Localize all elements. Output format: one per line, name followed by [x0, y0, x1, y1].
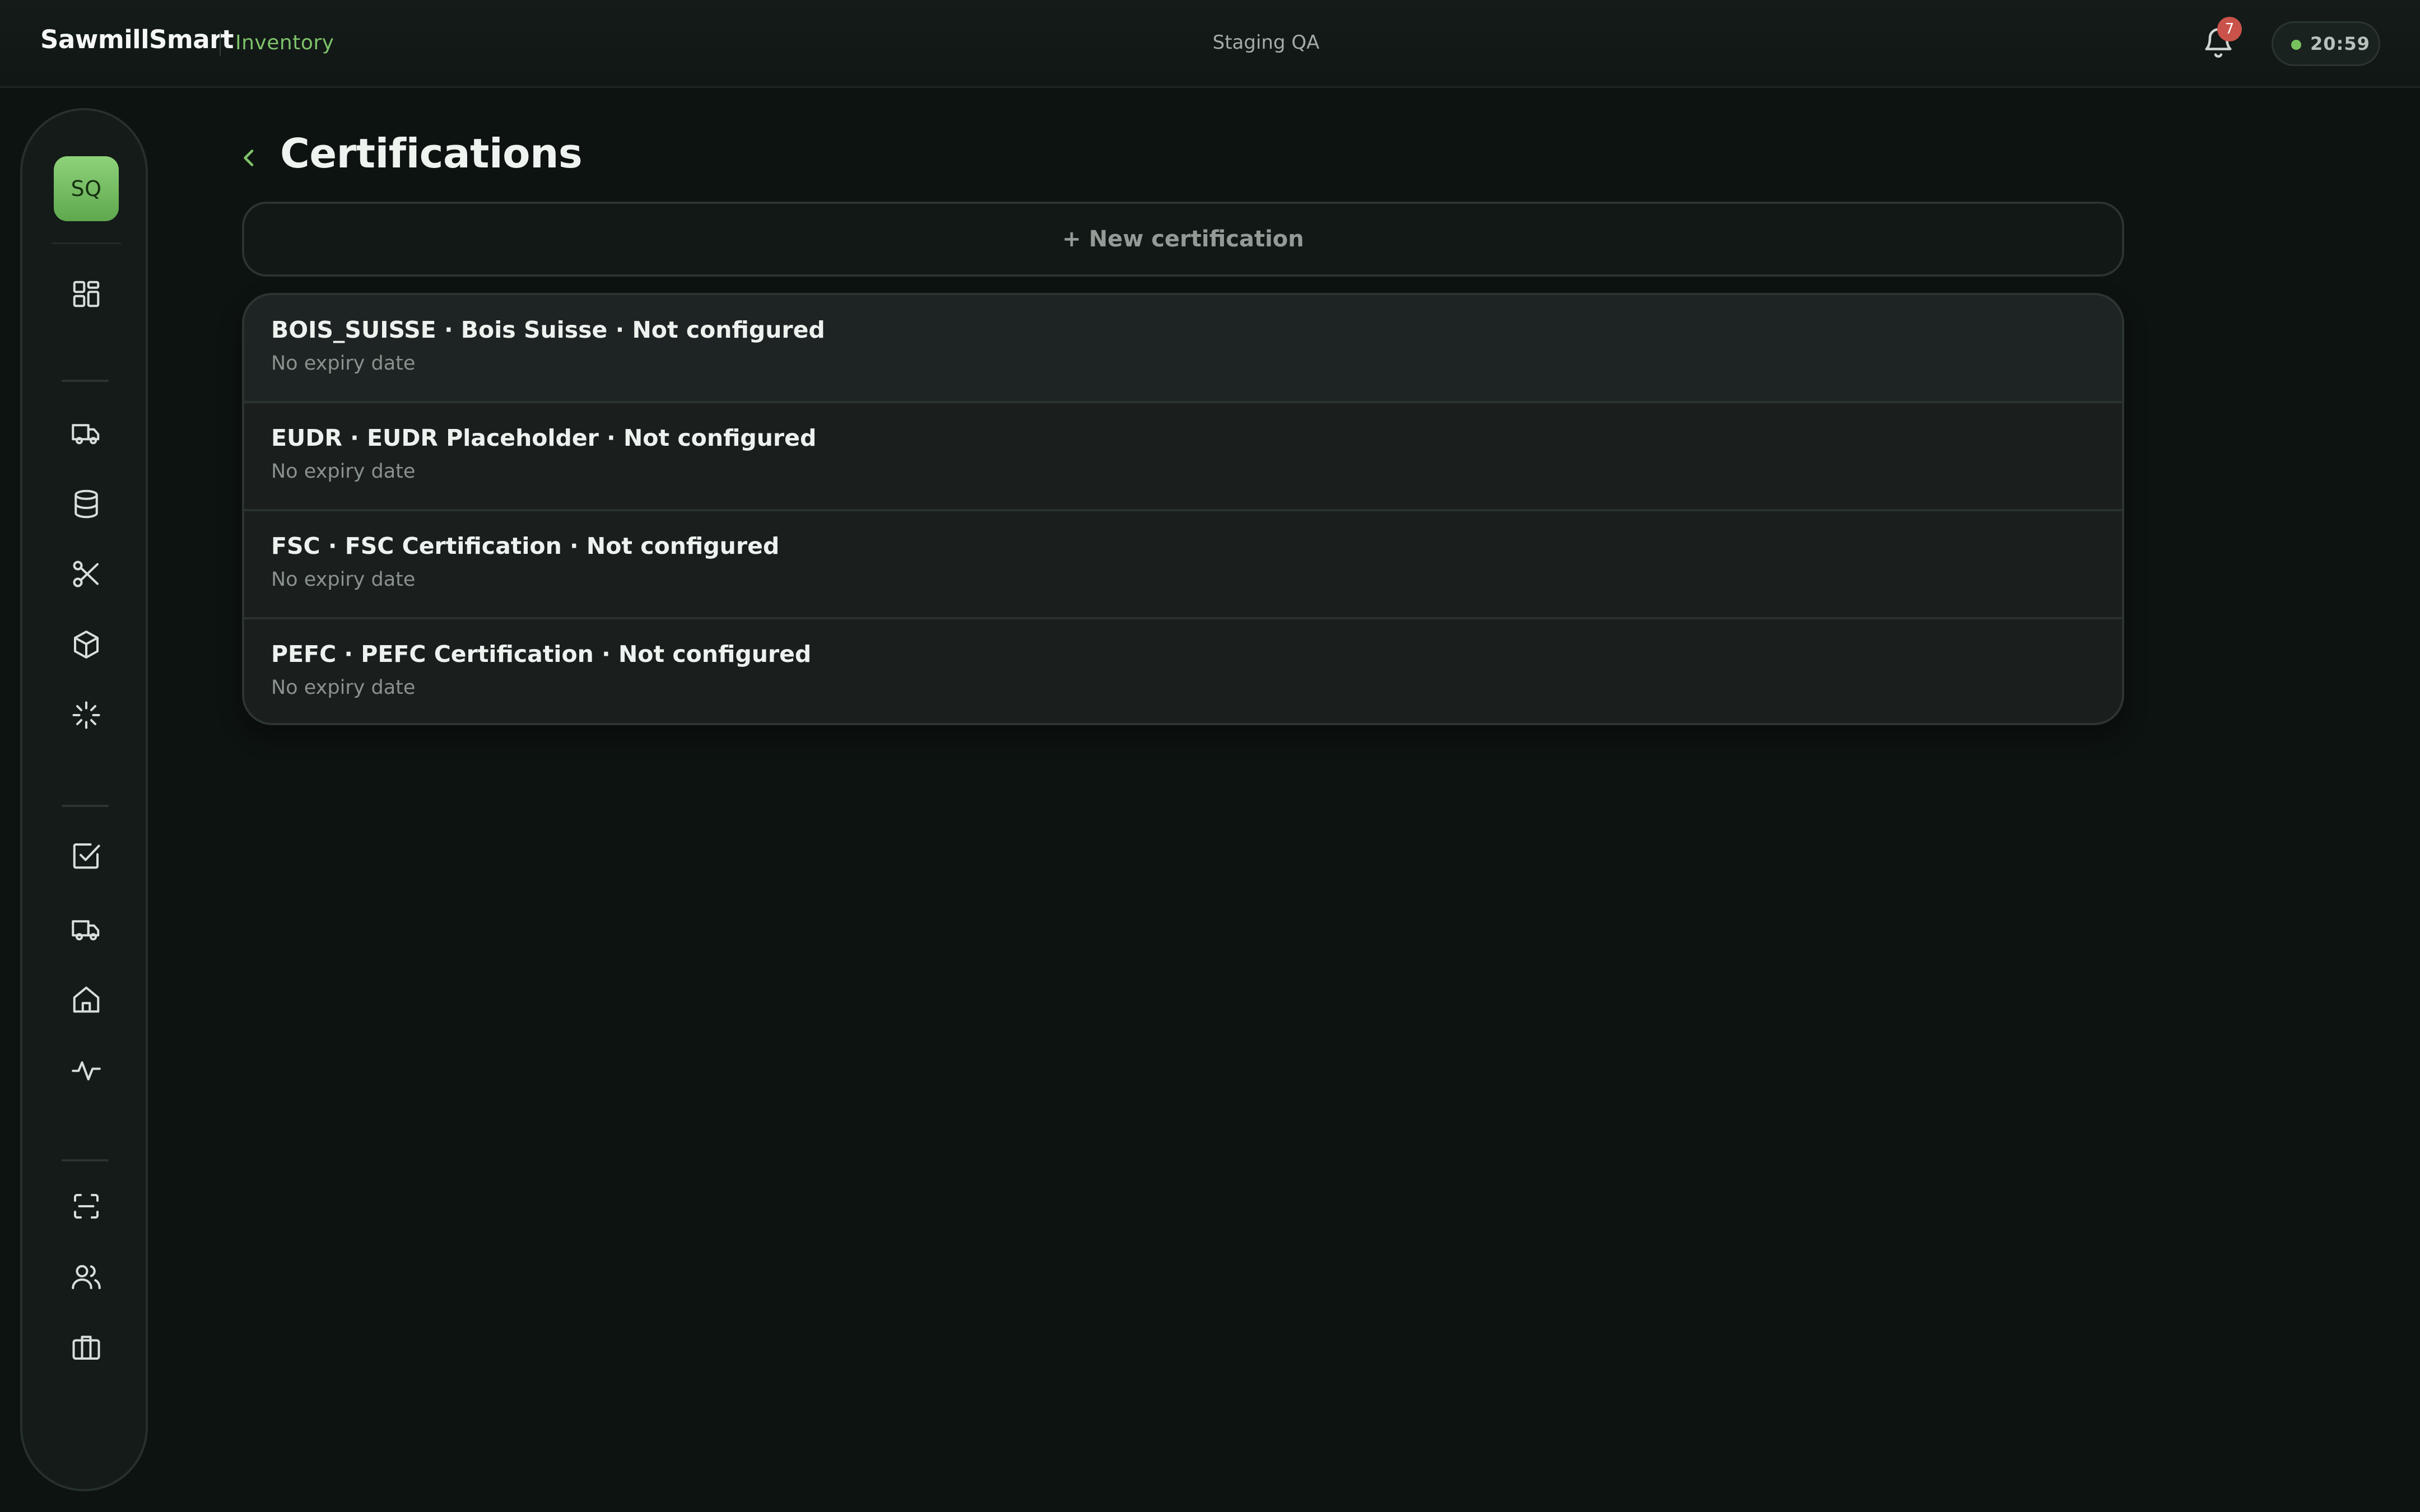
box-icon: [74, 631, 99, 659]
back-button[interactable]: [235, 141, 263, 175]
sidebar-item-dashboard[interactable]: [62, 269, 111, 319]
checkbox-icon: [73, 843, 100, 869]
database-icon: [75, 489, 98, 519]
new-certification-button[interactable]: + New certification: [242, 202, 2124, 277]
scan-icon: [74, 1194, 99, 1219]
users-icon: [72, 1265, 101, 1289]
brand-name[interactable]: SawmillSmart: [40, 25, 234, 54]
avatar[interactable]: SQ: [54, 156, 119, 221]
home-icon: [73, 986, 100, 1013]
sidebar-item-scan[interactable]: [62, 1182, 111, 1231]
certification-expiry: No expiry date: [271, 676, 416, 699]
certification-row-bois-suisse[interactable]: BOIS_SUISSE · Bois Suisse · Not configur…: [244, 295, 2122, 403]
sidebar-item-deliveries[interactable]: [62, 904, 111, 954]
delivery-truck-icon: [72, 920, 100, 941]
sidebar-item-users[interactable]: [62, 1252, 111, 1301]
environment-label: Staging QA: [1212, 31, 1320, 54]
sidebar: SQ: [20, 108, 148, 1491]
status-dot: [2291, 40, 2301, 50]
sidebar-item-business[interactable]: [62, 1323, 111, 1372]
sidebar-item-processing[interactable]: [62, 690, 111, 740]
certification-title: FSC · FSC Certification · Not configured: [271, 533, 780, 559]
sidebar-divider: [62, 380, 109, 382]
certification-list: BOIS_SUISSE · Bois Suisse · Not configur…: [242, 293, 2124, 725]
sidebar-item-products[interactable]: [62, 620, 111, 669]
certification-title: BOIS_SUISSE · Bois Suisse · Not configur…: [271, 316, 825, 343]
sidebar-item-stock[interactable]: [62, 479, 111, 529]
page-title: Certifications: [280, 130, 583, 177]
top-bar: SawmillSmart Inventory Staging QA 7 20:5…: [0, 0, 2420, 88]
truck-icon: [72, 424, 100, 445]
brand-divider: [220, 31, 221, 56]
scissors-icon: [73, 561, 99, 587]
session-clock[interactable]: 20:59: [2272, 21, 2380, 66]
sidebar-item-activity[interactable]: [62, 1046, 111, 1095]
certification-expiry: No expiry date: [271, 460, 416, 483]
certification-expiry: No expiry date: [271, 568, 416, 591]
avatar-divider: [52, 242, 121, 244]
certification-row-fsc[interactable]: FSC · FSC Certification · Not configured…: [244, 511, 2122, 619]
briefcase-icon: [72, 1336, 100, 1360]
sparkle-icon: [72, 701, 100, 729]
sidebar-divider: [62, 1159, 109, 1161]
certification-row-pefc[interactable]: PEFC · PEFC Certification · Not configur…: [244, 619, 2122, 723]
activity-icon: [72, 1061, 101, 1081]
notification-badge: 7: [2217, 17, 2242, 41]
sidebar-item-tasks[interactable]: [62, 831, 111, 880]
certification-row-eudr[interactable]: EUDR · EUDR Placeholder · Not configured…: [244, 403, 2122, 511]
certification-title: PEFC · PEFC Certification · Not configur…: [271, 641, 812, 668]
sidebar-item-cutting[interactable]: [62, 549, 111, 599]
sidebar-item-home[interactable]: [62, 975, 111, 1024]
section-label: Inventory: [235, 31, 334, 54]
dashboard-icon: [73, 281, 100, 307]
clock-time: 20:59: [2310, 33, 2370, 54]
chevron-left-icon: [244, 150, 254, 166]
sidebar-item-transport[interactable]: [62, 408, 111, 458]
certification-title: EUDR · EUDR Placeholder · Not configured: [271, 424, 817, 451]
sidebar-divider: [62, 805, 109, 807]
certification-expiry: No expiry date: [271, 352, 416, 375]
